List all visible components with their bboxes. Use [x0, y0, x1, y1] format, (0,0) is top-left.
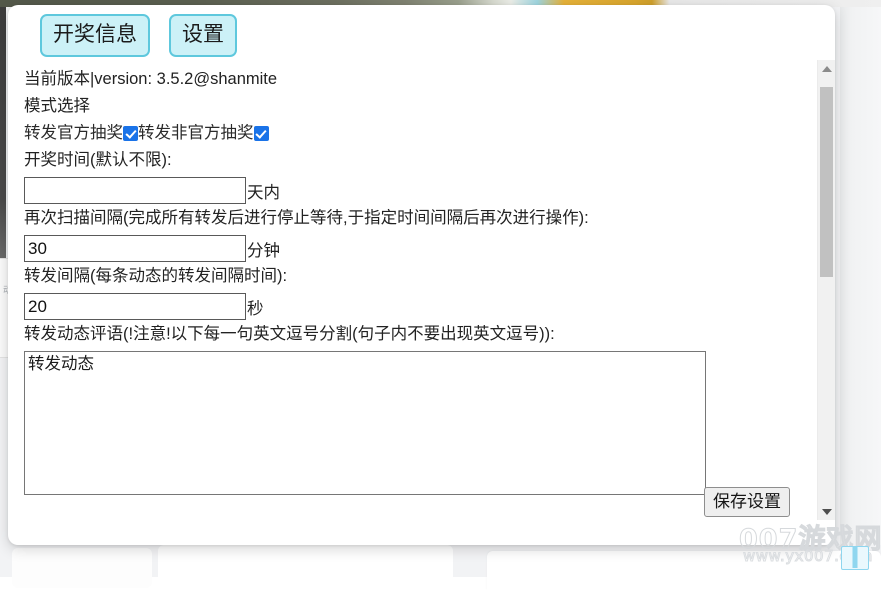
background-card-middle: [158, 545, 453, 591]
background-right-pane: [840, 7, 881, 545]
mode-section-label: 模式选择: [24, 97, 90, 115]
settings-form: 当前版本|version: 3.5.2@shanmite 模式选择 转发官方抽奖…: [8, 57, 820, 500]
version-label: 当前版本|version: 3.5.2@shanmite: [24, 70, 278, 88]
draw-time-limit-label: 开奖时间(默认不限):: [24, 151, 172, 169]
tab-settings[interactable]: 设置: [169, 14, 237, 57]
background-card-left: [12, 548, 152, 588]
comment-textarea[interactable]: [24, 351, 706, 495]
draw-time-limit-input[interactable]: [24, 177, 246, 204]
save-settings-button[interactable]: 保存设置: [704, 487, 790, 517]
repost-interval-row: 秒: [24, 293, 820, 320]
extension-popup-panel: 开奖信息 设置 当前版本|version: 3.5.2@shanmite 模式选…: [8, 5, 835, 545]
mode-options-row: 转发官方抽奖 转发非官方抽奖: [24, 120, 820, 147]
rescan-interval-input[interactable]: [24, 235, 246, 262]
save-row: 保存设置: [704, 487, 810, 517]
rescan-interval-row: 分钟: [24, 235, 820, 262]
chevron-up-icon[interactable]: [818, 60, 835, 77]
checkbox-unofficial-label: 转发非官方抽奖: [138, 124, 254, 142]
repost-interval-input[interactable]: [24, 293, 246, 320]
repost-interval-unit: 秒: [247, 299, 264, 318]
chevron-down-icon[interactable]: [818, 503, 835, 520]
comment-label: 转发动态评语(!注意!以下每一句英文逗号分割(句子内不要出现英文逗号)):: [24, 325, 555, 343]
checkbox-official-label: 转发官方抽奖: [24, 124, 123, 142]
popup-content: 开奖信息 设置 当前版本|version: 3.5.2@shanmite 模式选…: [8, 5, 820, 545]
draw-time-limit-unit: 天内: [247, 183, 280, 202]
rescan-interval-unit: 分钟: [247, 241, 280, 260]
vertical-scrollbar[interactable]: [817, 60, 835, 520]
scrollbar-thumb[interactable]: [820, 87, 833, 277]
rescan-interval-label: 再次扫描间隔(完成所有转发后进行停止等待,于指定时间间隔后再次进行操作):: [24, 209, 589, 227]
comment-field-wrap: [24, 351, 820, 500]
draw-time-limit-row: 天内: [24, 177, 820, 204]
repost-interval-label: 转发间隔(每条动态的转发间隔时间):: [24, 267, 288, 285]
checkbox-official[interactable]: [123, 126, 138, 141]
tab-bar: 开奖信息 设置: [8, 5, 820, 57]
checkbox-unofficial[interactable]: [253, 126, 269, 141]
tab-lottery-info[interactable]: 开奖信息: [40, 14, 150, 57]
background-card-right: [487, 551, 881, 591]
